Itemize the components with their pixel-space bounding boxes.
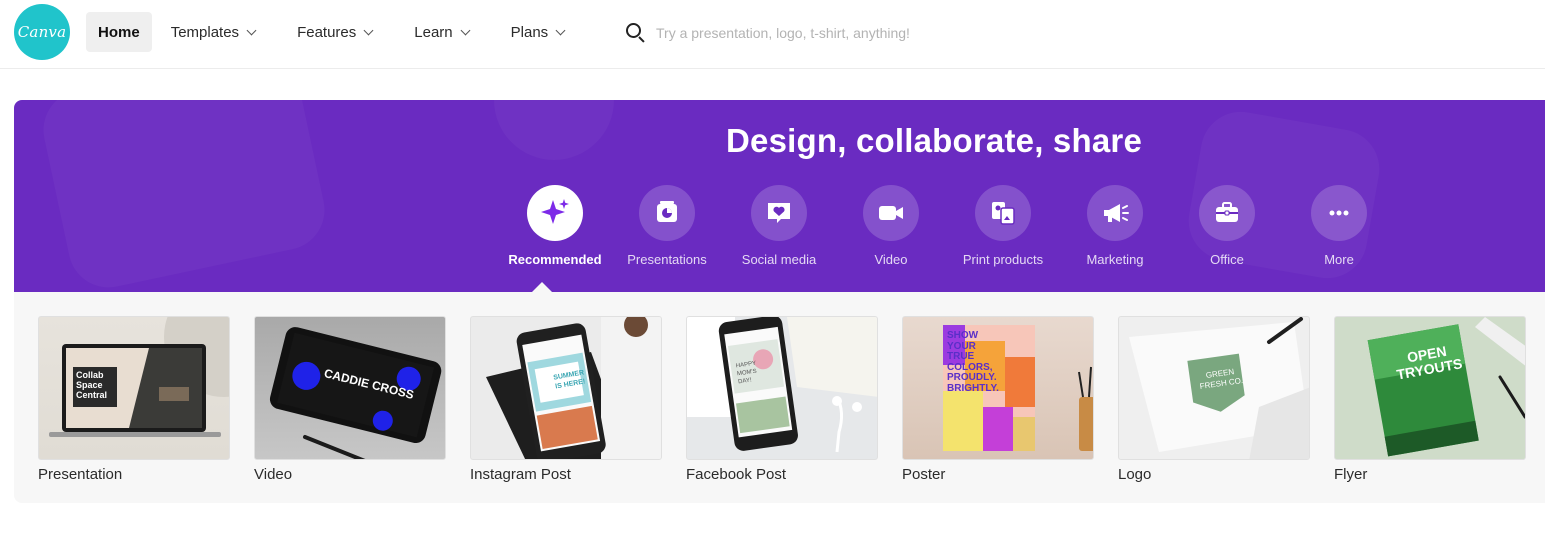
hero-title: Design, collaborate, share xyxy=(725,122,1142,159)
active-category-pointer xyxy=(532,282,552,292)
poster-thumbnail: SHOW YOUR TRUE COLORS, PROUDLY. BRIGHTLY. xyxy=(902,316,1094,460)
nav-templates[interactable]: Templates xyxy=(159,12,267,52)
category-office[interactable]: Office xyxy=(1171,185,1283,267)
chevron-down-icon xyxy=(363,25,374,35)
card-presentation[interactable]: Collab Space Central Presentation xyxy=(38,316,230,483)
poster-thumb-text: SHOW YOUR TRUE COLORS, PROUDLY. BRIGHTLY. xyxy=(947,330,999,394)
card-flyer[interactable]: OPEN TRYOUTS Flyer xyxy=(1334,316,1526,483)
nav-learn-label: Learn xyxy=(414,23,453,41)
category-video[interactable]: Video xyxy=(835,185,947,267)
chevron-down-icon xyxy=(460,25,471,35)
category-label: More xyxy=(1324,252,1354,267)
nav-plans[interactable]: Plans xyxy=(499,12,577,52)
category-label: Presentations xyxy=(627,252,707,267)
more-dots-icon xyxy=(1311,185,1367,241)
nav-plans-label: Plans xyxy=(510,23,549,41)
chevron-down-icon xyxy=(555,25,566,35)
nav-templates-label: Templates xyxy=(170,23,240,41)
category-recommended[interactable]: Recommended xyxy=(499,185,611,267)
megaphone-icon xyxy=(1087,185,1143,241)
category-marketing[interactable]: Marketing xyxy=(1059,185,1171,267)
search-icon[interactable] xyxy=(626,23,646,43)
card-label: Video xyxy=(254,466,293,483)
card-poster[interactable]: SHOW YOUR TRUE COLORS, PROUDLY. BRIGHTLY. Pos… xyxy=(902,316,1094,483)
search-bar xyxy=(626,20,1076,46)
video-camera-icon xyxy=(863,185,919,241)
category-label: Print products xyxy=(962,252,1044,267)
presentation-icon xyxy=(639,185,695,241)
nav-home[interactable]: Home xyxy=(86,12,152,52)
nav-features[interactable]: Features xyxy=(285,12,384,52)
category-label: Video xyxy=(874,252,908,267)
design-type-panel: Collab Space Central Presentation CADDIE C… xyxy=(14,292,1545,503)
category-label: Office xyxy=(1210,252,1244,267)
card-label: Poster xyxy=(902,466,946,483)
category-row: Recommended Presentations Social media V… xyxy=(499,185,1395,267)
sparkle-icon xyxy=(527,185,583,241)
facebook-thumb-text: HAPPY MOM'S DAY! xyxy=(735,360,758,386)
logo-thumbnail: GREEN FRESH CO. xyxy=(1118,316,1310,460)
card-logo[interactable]: GREEN FRESH CO. Logo xyxy=(1118,316,1310,483)
nav-home-label: Home xyxy=(98,23,140,41)
nav-features-label: Features xyxy=(297,23,357,41)
card-label: Instagram Post xyxy=(470,466,571,483)
card-label: Flyer xyxy=(1334,466,1368,483)
category-social-media[interactable]: Social media xyxy=(723,185,835,267)
category-print-products[interactable]: Print products xyxy=(947,185,1059,267)
main-nav: Home Templates Features Learn Plans xyxy=(86,12,594,52)
facebook-thumbnail: HAPPY MOM'S DAY! xyxy=(686,316,878,460)
briefcase-icon xyxy=(1199,185,1255,241)
card-video[interactable]: CADDIE CROSS Video xyxy=(254,316,446,483)
card-facebook-post[interactable]: HAPPY MOM'S DAY! Facebook Post xyxy=(686,316,878,483)
heart-chat-icon xyxy=(751,185,807,241)
category-label: Marketing xyxy=(1086,252,1144,267)
canva-logo[interactable]: Canva xyxy=(14,4,70,60)
category-label: Recommended xyxy=(508,252,602,267)
logo-text: Canva xyxy=(17,23,67,41)
presentation-thumb-text: Collab Space Central xyxy=(76,370,108,400)
category-more[interactable]: More xyxy=(1283,185,1395,267)
flyer-thumbnail: OPEN TRYOUTS xyxy=(1334,316,1526,460)
hero-banner: Design, collaborate, share Recommended P… xyxy=(14,100,1545,292)
chevron-down-icon xyxy=(246,25,257,35)
top-navigation-bar: Canva Home Templates Features Learn Plan… xyxy=(0,0,1545,69)
search-input[interactable] xyxy=(656,25,1076,41)
nav-learn[interactable]: Learn xyxy=(402,12,480,52)
instagram-thumbnail: SUMMER IS HERE! xyxy=(470,316,662,460)
print-icon xyxy=(975,185,1031,241)
category-presentations[interactable]: Presentations xyxy=(611,185,723,267)
card-instagram-post[interactable]: SUMMER IS HERE! Instagram Post xyxy=(470,316,662,483)
card-label: Presentation xyxy=(38,466,123,483)
presentation-thumbnail: Collab Space Central xyxy=(38,316,230,460)
category-label: Social media xyxy=(741,252,817,267)
card-label: Facebook Post xyxy=(686,466,787,483)
card-label: Logo xyxy=(1118,466,1152,483)
video-thumbnail: CADDIE CROSS xyxy=(254,316,446,460)
